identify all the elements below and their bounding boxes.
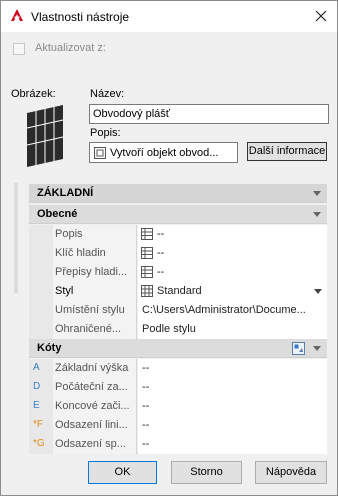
row-gutter [29,225,53,244]
property-label: Odsazení sp... [53,435,137,454]
ok-button[interactable]: OK [88,461,157,484]
property-label: Odsazení lini... [53,416,137,435]
property-value[interactable]: -- [138,244,327,263]
property-value[interactable]: -- [138,359,327,378]
property-value[interactable]: -- [138,435,327,454]
property-row-base-height[interactable]: A Základní výška -- [29,359,327,378]
properties-grid: ZÁKLADNÍ Obecné Popis -- Klíč hladin -- [29,184,327,454]
name-label: Název: [90,88,125,100]
title-bar: Vlastnosti nástroje [1,1,337,32]
autocad-logo-icon [11,9,23,21]
row-gutter: *F [29,416,53,435]
property-row-bottom-offset[interactable]: *G Odsazení sp... -- [29,435,327,454]
category-basic-title: ZÁKLADNÍ [37,187,94,199]
close-icon [315,10,327,22]
close-button[interactable] [309,5,333,27]
category-basic-header[interactable]: ZÁKLADNÍ [29,184,327,203]
property-value[interactable]: -- [138,397,327,416]
property-value[interactable]: -- [138,416,327,435]
property-value[interactable]: -- [138,263,327,282]
curtain-wall-thumbnail-image [26,105,64,167]
help-button[interactable]: Nápověda [255,461,327,484]
row-gutter [29,244,53,263]
property-label: Přepisy hladi... [53,263,137,282]
style-select[interactable]: Standard [138,282,327,301]
property-row-end-offset[interactable]: E Koncové zači... -- [29,397,327,416]
property-label: Styl [53,282,137,301]
dimension-marker: E [33,400,40,411]
chevron-down-icon[interactable] [314,289,322,294]
property-label: Koncové zači... [53,397,137,416]
property-value[interactable]: Podle stylu [138,320,327,339]
property-row-layer-overrides[interactable]: Přepisy hladi... -- [29,263,327,282]
update-from-label: Aktualizovat z: [35,42,106,54]
property-value-text: Standard [157,285,202,297]
property-label: Umístění stylu [53,301,137,320]
property-label: Základní výška [53,359,137,378]
row-gutter: A [29,359,53,378]
grid-scrollbar[interactable] [14,183,18,293]
more-info-button[interactable]: Další informace [247,142,327,161]
property-value-text: -- [157,228,165,240]
property-row-description[interactable]: Popis -- [29,225,327,244]
property-value[interactable]: -- [138,378,327,397]
image-label: Obrázek: [11,88,56,100]
table-icon [141,228,153,240]
description-label: Popis: [90,127,121,139]
chevron-down-icon [313,191,321,196]
chevron-down-icon [313,346,321,351]
table-icon [141,247,153,259]
row-gutter: *G [29,435,53,454]
property-label: Popis [53,225,137,244]
dimension-picture-icon[interactable] [292,342,305,355]
property-value[interactable]: C:\Users\Administrator\Docume... [138,301,327,320]
dimension-marker: *F [33,419,43,430]
property-row-layer-key[interactable]: Klíč hladin -- [29,244,327,263]
property-row-bounded[interactable]: Ohraničené... Podle stylu [29,320,327,339]
property-value-text: -- [157,266,165,278]
dimension-marker: A [33,362,40,373]
description-value: Vytvoří objekt obvod... [110,147,219,159]
grid-icon [141,285,153,297]
dimension-marker: D [33,381,41,392]
description-field[interactable]: Vytvoří objekt obvod... [89,142,238,163]
row-gutter: E [29,397,53,416]
update-from-checkbox[interactable] [13,43,25,55]
text-edit-icon [94,147,106,159]
chevron-down-icon [313,212,321,217]
property-row-line-offset[interactable]: *F Odsazení lini... -- [29,416,327,435]
name-input[interactable]: Obvodový plášť [89,104,329,124]
section-general-title: Obecné [37,208,78,220]
section-dimensions-title: Kóty [37,342,62,354]
cancel-button[interactable]: Storno [171,461,242,484]
row-gutter: D [29,378,53,397]
property-label: Klíč hladin [53,244,137,263]
property-value-text: -- [157,247,165,259]
property-value[interactable]: -- [138,225,327,244]
row-gutter [29,301,53,320]
property-label: Počáteční za... [53,378,137,397]
property-label: Ohraničené... [53,320,137,339]
table-icon [141,266,153,278]
dimension-marker: *G [33,438,45,449]
section-dimensions-header[interactable]: Kóty [29,339,327,358]
property-row-style-location[interactable]: Umístění stylu C:\Users\Administrator\Do… [29,301,327,320]
section-general-header[interactable]: Obecné [29,205,327,224]
row-gutter [29,320,53,339]
tool-properties-dialog: Vlastnosti nástroje Aktualizovat z: Obrá… [0,0,338,496]
window-title: Vlastnosti nástroje [31,10,130,24]
row-gutter [29,263,53,282]
property-row-start-offset[interactable]: D Počáteční za... -- [29,378,327,397]
row-gutter [29,282,53,301]
property-row-style[interactable]: Styl Standard [29,282,327,301]
